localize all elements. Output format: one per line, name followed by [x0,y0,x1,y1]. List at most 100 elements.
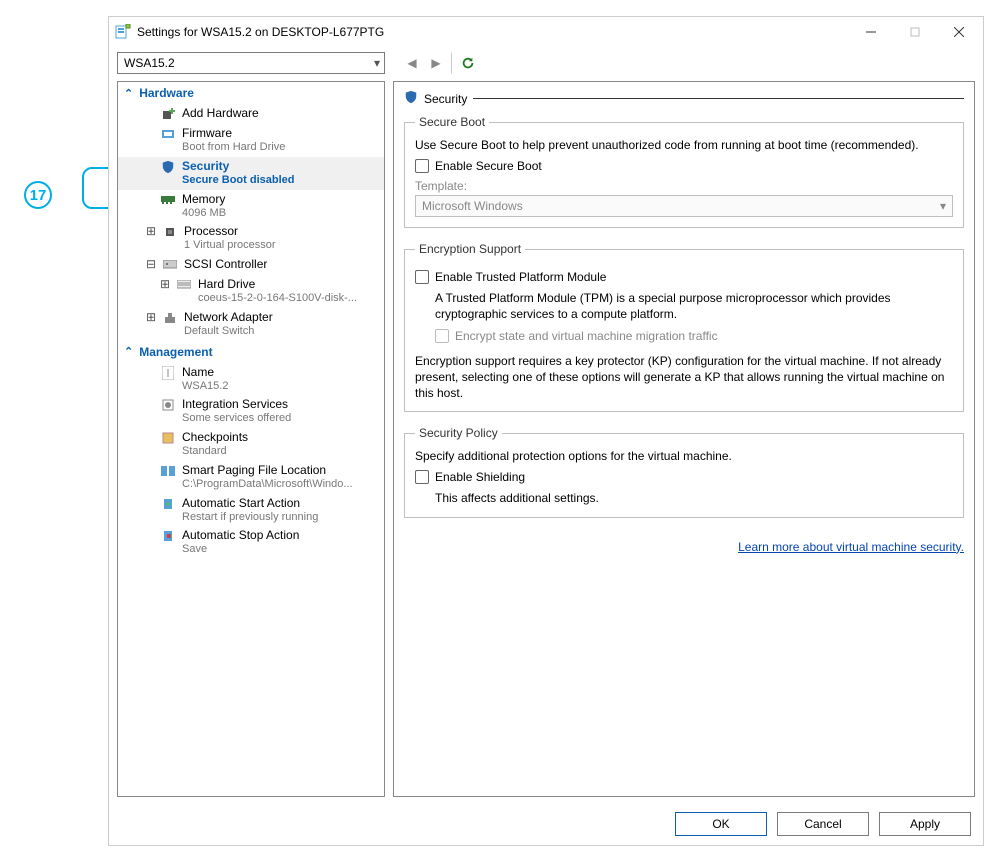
title-rule [473,98,964,99]
sidebar-item-sublabel: Secure Boot disabled [182,174,294,188]
sidebar-item-security[interactable]: SecuritySecure Boot disabled [118,157,384,190]
sidebar-item-sublabel: C:\ProgramData\Microsoft\Windo... [182,478,353,492]
section-header-management[interactable]: ⌃ Management [118,341,384,363]
close-button[interactable] [937,17,981,47]
sidebar-item-label: Memory [182,192,226,207]
template-value: Microsoft Windows [422,199,523,213]
content-area: ⌃ Hardware Add Hardware FirmwareBoot fro… [109,75,983,803]
enable-tpm-row[interactable]: Enable Trusted Platform Module [415,270,953,284]
checkbox-encrypt-state [435,329,449,343]
template-label: Template: [415,179,953,193]
sidebar-item-sublabel: Boot from Hard Drive [182,141,285,155]
group-security-policy: Security Policy Specify additional prote… [404,426,964,517]
checkbox-label: Enable Trusted Platform Module [435,270,606,284]
sidebar-item-autostop[interactable]: Automatic Stop ActionSave [118,526,384,559]
kp-desc: Encryption support requires a key protec… [415,353,953,402]
maximize-button [893,17,937,47]
checkbox-enable-shielding[interactable] [415,470,429,484]
sidebar-item-autostart[interactable]: Automatic Start ActionRestart if previou… [118,494,384,527]
shield-icon [160,159,176,175]
sidebar-item-label: Automatic Stop Action [182,528,299,543]
vm-selector-dropdown[interactable]: WSA15.2 ▾ [117,52,385,74]
sidebar-item-label: Processor [184,224,276,239]
group-legend: Secure Boot [415,115,489,129]
group-legend: Security Policy [415,426,502,440]
sidebar-item-paging[interactable]: Smart Paging File LocationC:\ProgramData… [118,461,384,494]
sidebar-item-name[interactable]: NameWSA15.2 [118,363,384,396]
titlebar: Settings for WSA15.2 on DESKTOP-L677PTG [109,17,983,47]
section-header-hardware[interactable]: ⌃ Hardware [118,82,384,104]
group-encryption: Encryption Support Enable Trusted Platfo… [404,242,964,412]
sidebar-item-label: Checkpoints [182,430,248,445]
sidebar-item-label: Security [182,159,294,174]
refresh-button[interactable] [457,52,479,74]
expander-icon[interactable]: ⊟ [146,257,156,273]
expander-icon[interactable]: ⊞ [146,310,156,339]
pane-title: Security [424,92,467,106]
autostop-icon [160,528,176,544]
checkbox-label: Encrypt state and virtual machine migrat… [455,329,718,343]
sidebar-item-label: Add Hardware [182,106,259,121]
sidebar[interactable]: ⌃ Hardware Add Hardware FirmwareBoot fro… [117,81,385,797]
hard-drive-icon [176,277,192,293]
chevron-down-icon: ▾ [940,199,946,213]
template-dropdown: Microsoft Windows ▾ [415,195,953,217]
sidebar-item-network[interactable]: ⊞ Network AdapterDefault Switch [118,308,384,341]
sidebar-item-label: Hard Drive [198,277,357,292]
sidebar-item-label: Smart Paging File Location [182,463,353,478]
settings-window: Settings for WSA15.2 on DESKTOP-L677PTG … [108,16,984,846]
learn-more-link[interactable]: Learn more about virtual machine securit… [738,540,964,554]
group-secure-boot: Secure Boot Use Secure Boot to help prev… [404,115,964,228]
add-hardware-icon [160,106,176,122]
sidebar-item-firmware[interactable]: FirmwareBoot from Hard Drive [118,124,384,157]
sidebar-item-sublabel: 4096 MB [182,207,226,221]
checkbox-enable-secure-boot[interactable] [415,159,429,173]
encrypt-state-row: Encrypt state and virtual machine migrat… [435,329,953,343]
shielding-desc: This affects additional settings. [435,490,953,506]
ok-button[interactable]: OK [675,812,767,836]
expander-icon[interactable]: ⊞ [146,224,156,253]
collapse-icon: ⌃ [124,87,133,100]
sidebar-item-sublabel: coeus-15-2-0-164-S100V-disk-... [198,292,357,306]
enable-shielding-row[interactable]: Enable Shielding [415,470,953,484]
name-icon [160,365,176,381]
sidebar-item-memory[interactable]: Memory4096 MB [118,190,384,223]
autostart-icon [160,496,176,512]
nav-separator [451,52,453,74]
sidebar-item-sublabel: 1 Virtual processor [184,239,276,253]
policy-desc: Specify additional protection options fo… [415,448,953,464]
sidebar-item-label: Integration Services [182,397,291,412]
checkbox-label: Enable Secure Boot [435,159,542,173]
group-legend: Encryption Support [415,242,525,256]
memory-icon [160,192,176,208]
processor-icon [162,224,178,240]
enable-secure-boot-row[interactable]: Enable Secure Boot [415,159,953,173]
cancel-button[interactable]: Cancel [777,812,869,836]
sidebar-item-add-hardware[interactable]: Add Hardware [118,104,384,124]
section-header-hardware-label: Hardware [139,86,194,100]
apply-button[interactable]: Apply [879,812,971,836]
dialog-footer: OK Cancel Apply [109,803,983,845]
sidebar-item-sublabel: Default Switch [184,325,273,339]
sidebar-item-label: Name [182,365,228,380]
tpm-desc: A Trusted Platform Module (TPM) is a spe… [435,290,953,322]
sidebar-item-integration[interactable]: Integration ServicesSome services offere… [118,395,384,428]
sidebar-item-processor[interactable]: ⊞ Processor1 Virtual processor [118,222,384,255]
nav-back-button[interactable]: ◀ [401,52,423,74]
sidebar-item-checkpoints[interactable]: CheckpointsStandard [118,428,384,461]
paging-icon [160,463,176,479]
secure-boot-desc: Use Secure Boot to help prevent unauthor… [415,137,953,153]
sidebar-item-sublabel: Save [182,543,299,557]
sidebar-item-sublabel: Restart if previously running [182,511,318,525]
sidebar-item-label: SCSI Controller [184,257,267,272]
sidebar-item-label: Firmware [182,126,285,141]
minimize-button[interactable] [849,17,893,47]
nav-forward-button[interactable]: ▶ [425,52,447,74]
checkbox-enable-tpm[interactable] [415,270,429,284]
firmware-icon [160,126,176,142]
sidebar-item-scsi[interactable]: ⊟ SCSI Controller [118,255,384,275]
chevron-down-icon: ▾ [374,56,380,70]
sidebar-item-label: Network Adapter [184,310,273,325]
expander-icon[interactable]: ⊞ [160,277,170,306]
sidebar-item-hard-drive[interactable]: ⊞ Hard Drivecoeus-15-2-0-164-S100V-disk-… [118,275,384,308]
